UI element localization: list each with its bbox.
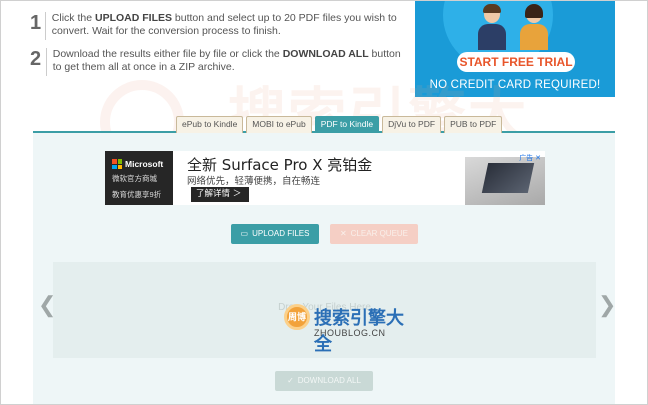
man-illustration [475, 4, 509, 50]
step-text-bold: DOWNLOAD ALL [282, 48, 369, 60]
step-text-part: Download the results either file by file… [52, 48, 283, 60]
step-2: 2 Download the results either file by fi… [30, 48, 410, 76]
step-text-part: Click the [51, 12, 95, 24]
watermark-small: 周博 搜索引擎大全 ZHOUBLOG.CN [282, 300, 412, 356]
step-number: 2 [30, 48, 42, 70]
store-label: 微软官方商城 [112, 174, 157, 183]
converter-tabs: ePub to Kindle MOBI to ePub PDF to Kindl… [176, 116, 503, 133]
chevron-left-icon[interactable]: ❮ [38, 294, 56, 316]
upload-files-label: UPLOAD FILES [252, 229, 310, 238]
tab-mobi-to-epub[interactable]: MOBI to ePub [246, 116, 312, 133]
step-text: Click the UPLOAD FILES button and select… [52, 12, 410, 38]
step-divider [45, 12, 46, 40]
step-divider [46, 48, 47, 76]
learn-more-button[interactable]: 了解详情 ＞ [191, 187, 249, 202]
tab-pub-to-pdf[interactable]: PUB to PDF [444, 116, 503, 133]
download-all-label: DOWNLOAD ALL [297, 376, 361, 385]
promo-banner[interactable]: START FREE TRIAL NO CREDIT CARD REQUIRED… [415, 0, 615, 97]
upload-files-button[interactable]: ▭ UPLOAD FILES [231, 224, 319, 244]
ad-title: 全新 Surface Pro X 亮铂金 [187, 156, 373, 174]
ad-subtitle: 网络优先，轻薄便携，自在畅连 [187, 176, 321, 187]
chevron-right-icon[interactable]: ❯ [598, 294, 616, 316]
microsoft-brand: Microsoft [125, 159, 164, 169]
discount-label: 教育优惠享9折 [112, 190, 162, 199]
folder-icon: ▭ [240, 229, 249, 238]
download-all-button[interactable]: ✓ DOWNLOAD ALL [275, 371, 373, 391]
surface-product-image [465, 157, 545, 205]
watermark-logo-icon: 周博 [284, 304, 310, 330]
tab-pdf-to-kindle[interactable]: PDF to Kindle [314, 116, 380, 133]
check-icon: ✓ [287, 376, 294, 385]
woman-illustration [517, 4, 551, 50]
start-free-trial-button[interactable]: START FREE TRIAL [457, 52, 575, 72]
no-credit-card-text: NO CREDIT CARD REQUIRED! [429, 79, 601, 91]
clear-queue-button[interactable]: ✕ CLEAR QUEUE [330, 224, 418, 244]
watermark-small-en: ZHOUBLOG.CN [314, 328, 386, 338]
tab-djvu-to-pdf[interactable]: DjVu to PDF [382, 116, 442, 133]
step-number: 1 [30, 12, 42, 34]
ad-badge[interactable]: 广告 ✕ [519, 153, 541, 163]
microsoft-logo-icon [112, 159, 122, 169]
microsoft-store-box: Microsoft 微软官方商城 教育优惠享9折 [105, 151, 173, 205]
step-text: Download the results either file by file… [53, 48, 410, 74]
step-1: 1 Click the UPLOAD FILES button and sele… [30, 12, 410, 40]
clear-queue-label: CLEAR QUEUE [350, 229, 409, 238]
step-text-bold: UPLOAD FILES [94, 12, 172, 24]
close-icon: ✕ [339, 229, 347, 238]
instructions: 1 Click the UPLOAD FILES button and sele… [30, 12, 410, 84]
surface-ad[interactable]: Microsoft 微软官方商城 教育优惠享9折 全新 Surface Pro … [105, 151, 545, 205]
tab-epub-to-kindle[interactable]: ePub to Kindle [176, 116, 244, 133]
